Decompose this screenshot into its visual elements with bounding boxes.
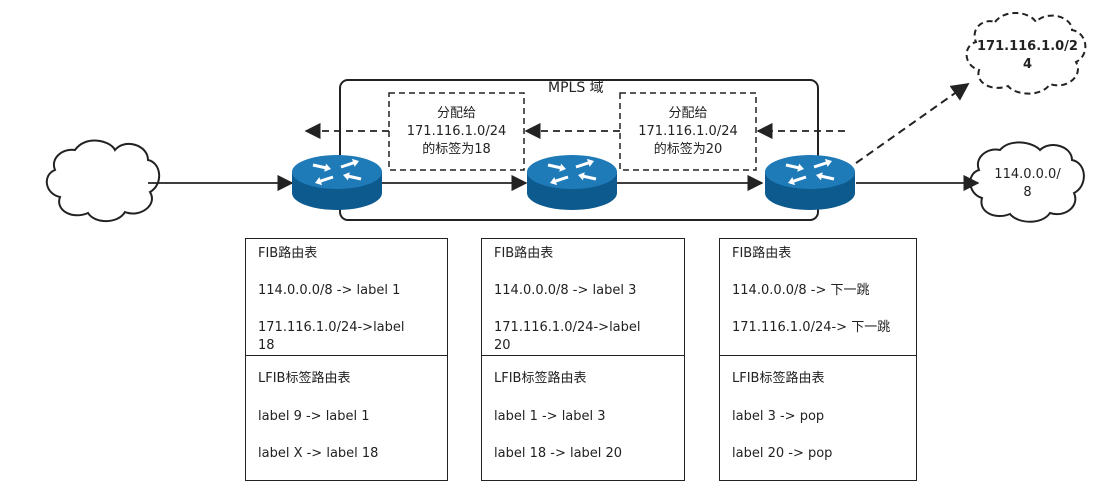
router-2 <box>527 155 617 210</box>
label-advertisement-text-2: 分配给 171.116.1.0/24 的标签为20 <box>638 106 738 157</box>
lfib-title: LFIB标签路由表 <box>494 371 587 386</box>
fib-title: FIB路由表 <box>494 246 554 261</box>
lfib-row: label 20 -> pop <box>732 446 833 461</box>
router-top <box>527 155 617 189</box>
source-cloud <box>45 139 161 223</box>
lfib-section: LFIB标签路由表 label 3 -> pop label 20 -> pop <box>720 355 916 480</box>
router-1-table: FIB路由表 114.0.0.0/8 -> label 1 171.116.1.… <box>245 238 448 481</box>
mpls-diagram: MPLS 域 分配给 171.116.1.0/24 的标签为18 分配给 171… <box>0 0 1116 492</box>
lfib-title: LFIB标签路由表 <box>732 371 825 386</box>
lfib-row: label 18 -> label 20 <box>494 446 623 461</box>
lfib-section: LFIB标签路由表 label 9 -> label 1 label X -> … <box>246 355 447 480</box>
fib-row: 171.116.1.0/24->label 18 <box>258 320 405 353</box>
fib-row: 171.116.1.0/24->label 20 <box>494 320 641 353</box>
router-top <box>292 155 382 189</box>
fib-section: FIB路由表 114.0.0.0/8 -> label 3 171.116.1.… <box>482 239 684 355</box>
fib-section: FIB路由表 114.0.0.0/8 -> 下一跳 171.116.1.0/24… <box>720 239 916 355</box>
fib-section: FIB路由表 114.0.0.0/8 -> label 1 171.116.1.… <box>246 239 447 355</box>
label-advertisement-text-1: 分配给 171.116.1.0/24 的标签为18 <box>406 106 507 157</box>
router-1 <box>292 155 382 210</box>
prefix-cloud-label: 171.116.1.0/2 4 <box>977 39 1078 72</box>
fib-title: FIB路由表 <box>732 246 792 261</box>
router-3-table: FIB路由表 114.0.0.0/8 -> 下一跳 171.116.1.0/24… <box>719 238 917 481</box>
lfib-title: LFIB标签路由表 <box>258 371 351 386</box>
fib-row: 114.0.0.0/8 -> 下一跳 <box>732 283 870 298</box>
fib-row: 114.0.0.0/8 -> label 1 <box>258 283 401 298</box>
lfib-section: LFIB标签路由表 label 1 -> label 3 label 18 ->… <box>482 355 684 480</box>
router-2-table: FIB路由表 114.0.0.0/8 -> label 3 171.116.1.… <box>481 238 685 481</box>
fib-title: FIB路由表 <box>258 246 318 261</box>
mpls-domain-title: MPLS 域 <box>548 80 604 96</box>
lfib-row: label 3 -> pop <box>732 409 825 424</box>
router-top <box>765 155 855 189</box>
router-3 <box>765 155 855 210</box>
lfib-row: label X -> label 18 <box>258 446 379 461</box>
destination-cloud-label: 114.0.0.0/ 8 <box>994 167 1061 200</box>
fib-row: 114.0.0.0/8 -> label 3 <box>494 283 637 298</box>
fib-row: 171.116.1.0/24-> 下一跳 <box>732 320 891 335</box>
path-r3-to-prefix <box>855 82 970 164</box>
lfib-row: label 1 -> label 3 <box>494 409 606 424</box>
lfib-row: label 9 -> label 1 <box>258 409 370 424</box>
